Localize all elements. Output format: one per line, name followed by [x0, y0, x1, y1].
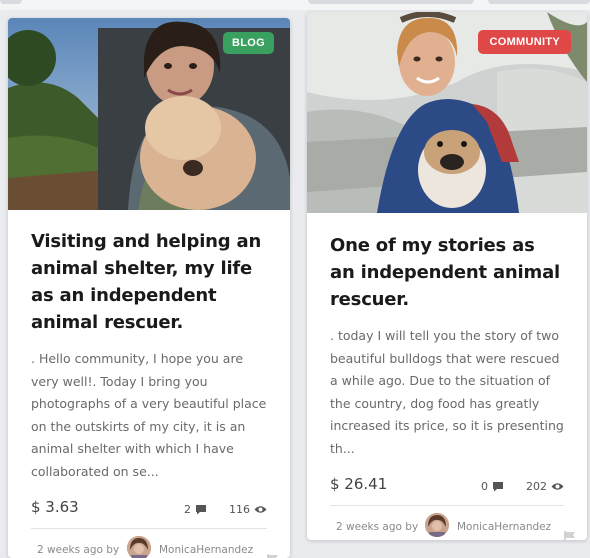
- author-link[interactable]: MonicaHernandez: [457, 521, 551, 533]
- avatar[interactable]: [425, 513, 449, 537]
- post-title[interactable]: Visiting and helping an animal shelter, …: [31, 228, 267, 336]
- avatar-image: [127, 536, 151, 558]
- comment-icon[interactable]: [492, 481, 504, 492]
- post-footer: 2 weeks ago by MonicaHernandez: [330, 506, 575, 540]
- category-badge[interactable]: COMMUNITY: [478, 30, 571, 54]
- post-meta: 2 116: [184, 503, 267, 516]
- post-footer: 2 weeks ago by MonicaHernandez: [31, 529, 278, 558]
- category-badge[interactable]: BLOG: [223, 32, 274, 54]
- post-card[interactable]: BLOG Visiting and helping an animal shel…: [8, 18, 290, 558]
- post-photo[interactable]: BLOG: [8, 18, 290, 210]
- post-card[interactable]: COMMUNITY One of my stories as an indepe…: [307, 12, 587, 540]
- post-photo[interactable]: COMMUNITY: [307, 12, 587, 213]
- post-payout: $ 26.41: [330, 475, 388, 493]
- top-bar: [0, 0, 590, 10]
- view-count: 116: [229, 503, 250, 516]
- tab-edge-right: [488, 0, 590, 4]
- post-stats: $ 26.41 0 202: [330, 471, 564, 501]
- avatar-image: [425, 513, 449, 537]
- eye-icon: [254, 506, 267, 513]
- comment-count: 2: [184, 503, 191, 516]
- comment-icon[interactable]: [195, 504, 207, 515]
- tab-edge-middle: [308, 0, 474, 4]
- view-count: 202: [526, 480, 547, 493]
- flag-icon[interactable]: [267, 554, 279, 558]
- post-title[interactable]: One of my stories as an independent anim…: [330, 232, 564, 313]
- comment-count: 0: [481, 480, 488, 493]
- tab-edge-left: [0, 0, 22, 4]
- eye-icon: [551, 483, 564, 490]
- post-excerpt: . today I will tell you the story of two…: [330, 328, 564, 456]
- post-meta: 0 202: [481, 480, 564, 493]
- flag-icon[interactable]: [564, 531, 576, 540]
- post-excerpt: . Hello community, I hope you are very w…: [31, 351, 267, 479]
- avatar[interactable]: [127, 536, 151, 558]
- post-stats: $ 3.63 2 116: [31, 494, 267, 524]
- post-time: 2 weeks ago by: [336, 521, 419, 533]
- post-payout: $ 3.63: [31, 498, 79, 516]
